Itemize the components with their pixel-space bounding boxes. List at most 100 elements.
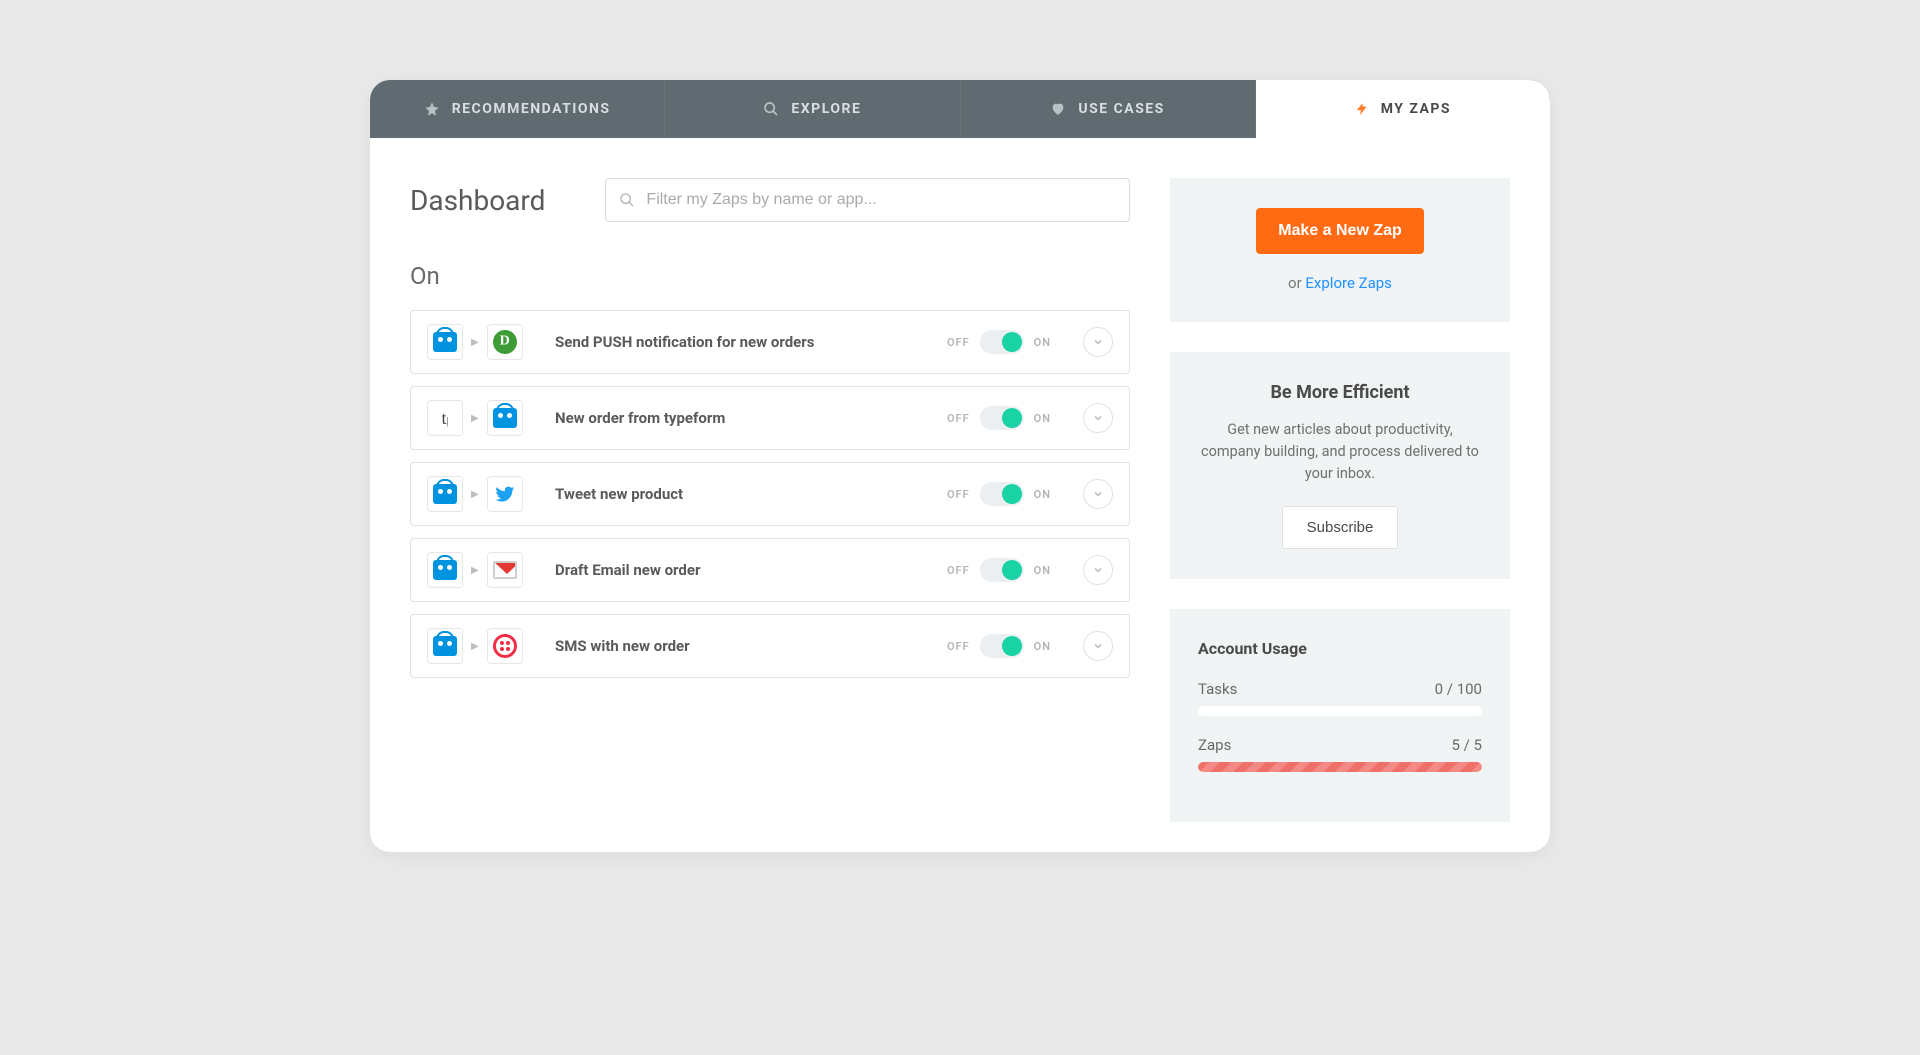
chevron-down-icon [1092, 488, 1104, 500]
tab-use-cases[interactable]: USE CASES [961, 80, 1256, 138]
ecwid-icon [427, 476, 463, 512]
tab-explore[interactable]: EXPLORE [665, 80, 960, 138]
toggle-on-label: ON [1034, 488, 1051, 501]
arrow-right-icon: ▶ [471, 641, 479, 652]
toggle-off-label: OFF [947, 488, 970, 501]
chevron-down-icon [1092, 640, 1104, 652]
zap-row: t| ▶ New order from typeform OFF ON [410, 386, 1130, 450]
toggle-on-label: ON [1034, 412, 1051, 425]
zap-toggle[interactable] [980, 634, 1024, 658]
top-tabs: RECOMMENDATIONS EXPLORE USE CASES MY ZAP… [370, 80, 1550, 138]
tab-label: RECOMMENDATIONS [452, 101, 611, 117]
zaps-usage-bar [1198, 762, 1482, 772]
expand-button[interactable] [1083, 327, 1113, 357]
zap-title: SMS with new order [555, 637, 929, 655]
chevron-down-icon [1092, 564, 1104, 576]
main-column: Dashboard On ▶ Send PUSH notification fo… [410, 178, 1130, 852]
typeform-icon: t| [427, 400, 463, 436]
tasks-usage-bar [1198, 706, 1482, 716]
pushbullet-icon [487, 324, 523, 360]
account-usage-title: Account Usage [1198, 639, 1482, 658]
toggle-off-label: OFF [947, 412, 970, 425]
arrow-right-icon: ▶ [471, 337, 479, 348]
new-zap-card: Make a New Zap or Explore Zaps [1170, 178, 1510, 322]
ecwid-icon [427, 552, 463, 588]
zap-toggle[interactable] [980, 406, 1024, 430]
arrow-right-icon: ▶ [471, 565, 479, 576]
gmail-icon [487, 552, 523, 588]
zap-row: ▶ Tweet new product OFF ON [410, 462, 1130, 526]
expand-button[interactable] [1083, 403, 1113, 433]
zap-apps: ▶ [427, 552, 537, 588]
zap-title: Send PUSH notification for new orders [555, 333, 929, 351]
toggle-on-label: ON [1034, 336, 1051, 349]
zap-toggle[interactable] [980, 330, 1024, 354]
zap-title: Tweet new product [555, 485, 929, 503]
arrow-right-icon: ▶ [471, 489, 479, 500]
make-new-zap-button[interactable]: Make a New Zap [1256, 208, 1424, 254]
toggle-off-label: OFF [947, 564, 970, 577]
zap-apps: ▶ [427, 476, 537, 512]
heart-icon [1050, 101, 1066, 117]
zaps-usage-row: Zaps 5 / 5 [1198, 736, 1482, 754]
zaps-value: 5 / 5 [1452, 736, 1483, 754]
header-row: Dashboard [410, 178, 1130, 222]
ecwid-icon [427, 628, 463, 664]
twitter-icon [487, 476, 523, 512]
ecwid-icon [427, 324, 463, 360]
tasks-label: Tasks [1198, 680, 1237, 698]
account-usage-card: Account Usage Tasks 0 / 100 Zaps 5 / 5 [1170, 609, 1510, 822]
efficient-card: Be More Efficient Get new articles about… [1170, 352, 1510, 579]
zap-toggle-group: OFF ON [947, 482, 1051, 506]
zap-toggle[interactable] [980, 482, 1024, 506]
zap-toggle-group: OFF ON [947, 558, 1051, 582]
chevron-down-icon [1092, 336, 1104, 348]
bolt-icon [1355, 101, 1369, 117]
tab-label: USE CASES [1078, 101, 1164, 117]
zap-apps: t| ▶ [427, 400, 537, 436]
expand-button[interactable] [1083, 631, 1113, 661]
toggle-off-label: OFF [947, 336, 970, 349]
zap-toggle-group: OFF ON [947, 406, 1051, 430]
zap-row: ▶ Send PUSH notification for new orders … [410, 310, 1130, 374]
efficient-text: Get new articles about productivity, com… [1198, 419, 1482, 484]
zap-title: Draft Email new order [555, 561, 929, 579]
or-explore-line: or Explore Zaps [1198, 274, 1482, 292]
or-text: or [1288, 274, 1305, 292]
zap-toggle-group: OFF ON [947, 634, 1051, 658]
zap-apps: ▶ [427, 628, 537, 664]
search-wrap [605, 178, 1130, 222]
toggle-off-label: OFF [947, 640, 970, 653]
tasks-usage-row: Tasks 0 / 100 [1198, 680, 1482, 698]
subscribe-button[interactable]: Subscribe [1282, 506, 1399, 549]
zap-title: New order from typeform [555, 409, 929, 427]
tasks-value: 0 / 100 [1435, 680, 1482, 698]
toggle-on-label: ON [1034, 640, 1051, 653]
zap-toggle[interactable] [980, 558, 1024, 582]
ecwid-icon [487, 400, 523, 436]
tab-label: MY ZAPS [1381, 101, 1451, 117]
search-icon [619, 192, 635, 208]
search-input[interactable] [605, 178, 1130, 222]
tab-recommendations[interactable]: RECOMMENDATIONS [370, 80, 665, 138]
search-icon [763, 101, 779, 117]
page-title: Dashboard [410, 184, 545, 217]
sidebar: Make a New Zap or Explore Zaps Be More E… [1170, 178, 1510, 852]
app-window: RECOMMENDATIONS EXPLORE USE CASES MY ZAP… [370, 80, 1550, 852]
body: Dashboard On ▶ Send PUSH notification fo… [370, 138, 1550, 852]
toggle-on-label: ON [1034, 564, 1051, 577]
tab-label: EXPLORE [791, 101, 861, 117]
chevron-down-icon [1092, 412, 1104, 424]
star-icon [424, 101, 440, 117]
zaps-label: Zaps [1198, 736, 1231, 754]
explore-zaps-link[interactable]: Explore Zaps [1305, 274, 1392, 292]
zap-toggle-group: OFF ON [947, 330, 1051, 354]
section-on-heading: On [410, 262, 1130, 290]
zap-apps: ▶ [427, 324, 537, 360]
twilio-icon [487, 628, 523, 664]
expand-button[interactable] [1083, 555, 1113, 585]
expand-button[interactable] [1083, 479, 1113, 509]
tab-my-zaps[interactable]: MY ZAPS [1256, 80, 1550, 138]
zap-row: ▶ Draft Email new order OFF ON [410, 538, 1130, 602]
zap-row: ▶ SMS with new order OFF ON [410, 614, 1130, 678]
